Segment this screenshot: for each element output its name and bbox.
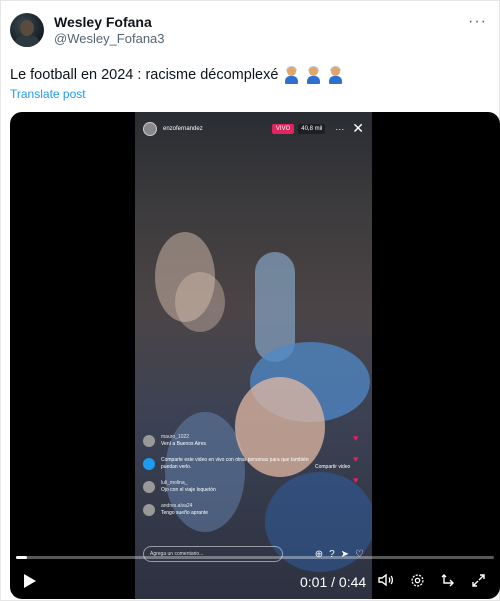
translate-post-link[interactable]: Translate post [10, 87, 86, 101]
play-icon[interactable] [24, 574, 36, 588]
author-names: Wesley Fofana @Wesley_Fofana3 [54, 13, 165, 47]
more-horizontal-icon[interactable]: ··· [468, 13, 487, 31]
comment-user: andres.alva24 [161, 503, 193, 509]
live-avatar [143, 121, 157, 136]
volume-icon[interactable] [378, 573, 394, 590]
share-icon [143, 458, 155, 470]
tweet-card: Wesley Fofana @Wesley_Fofana3 ··· Le foo… [0, 0, 500, 601]
live-comment-bar: Agrega un comentario... ⊕ ? ➤ ♡ [143, 546, 364, 562]
share-video-label: Compartir video [315, 464, 351, 470]
progress-bar[interactable] [16, 556, 494, 559]
heart-icon: ♥ ♥ ♥ [353, 433, 359, 485]
comment-user: luli_molina_ [161, 480, 188, 486]
live-more-icon: ··· [335, 123, 345, 134]
post-header: Wesley Fofana @Wesley_Fofana3 [10, 13, 165, 47]
post-text-content: Le football en 2024 : racisme décomplexé [10, 67, 279, 83]
time-display: 0:01 / 0:44 [300, 574, 367, 590]
live-close-icon: ✕ [352, 120, 364, 136]
live-header: enzofernandez VIVO 40,8 mil ··· ✕ [143, 120, 364, 137]
comment-text: Ojo con el viaje loquetón [161, 487, 216, 493]
comment-text: Comparte este video en vivo con otras pe… [161, 457, 309, 470]
video-controls: 0:01 / 0:44 [10, 568, 500, 596]
list-item: andres.alva24 Tengo sueño aprante [143, 503, 363, 517]
avatar[interactable] [10, 13, 44, 47]
comment-avatar [143, 481, 155, 493]
settings-gear-icon[interactable] [410, 573, 425, 591]
person-white-hair-icon [327, 65, 344, 84]
comment-avatar [143, 504, 155, 516]
fullscreen-icon[interactable] [471, 573, 486, 591]
post-text: Le football en 2024 : racisme décomplexé [10, 65, 344, 85]
list-item: mauro_1022 Vení a Buenos Aires [143, 434, 363, 448]
list-item: luli_molina_ Ojo con el viaje loquetón [143, 480, 363, 494]
comment-input: Agrega un comentario... [143, 546, 283, 562]
person-white-hair-icon [283, 65, 300, 84]
rotate-icon[interactable] [441, 573, 457, 591]
viewer-count: 40,8 mil [298, 123, 326, 134]
live-badge: VIVO [271, 123, 295, 134]
live-username: enzofernandez [163, 125, 203, 132]
video-frame: enzofernandez VIVO 40,8 mil ··· ✕ mauro_… [135, 112, 372, 599]
comment-text: Vení a Buenos Aires [161, 441, 207, 447]
progress-fill [16, 556, 27, 559]
comment-avatar [143, 435, 155, 447]
live-comments: mauro_1022 Vení a Buenos Aires Comparte … [143, 434, 363, 526]
video-player[interactable]: enzofernandez VIVO 40,8 mil ··· ✕ mauro_… [10, 112, 500, 599]
person-white-hair-icon [305, 65, 322, 84]
author-handle[interactable]: @Wesley_Fofana3 [54, 31, 165, 47]
author-display-name[interactable]: Wesley Fofana [54, 13, 165, 31]
comment-text: Tengo sueño aprante [161, 510, 208, 516]
comment-user: mauro_1022 [161, 434, 190, 440]
